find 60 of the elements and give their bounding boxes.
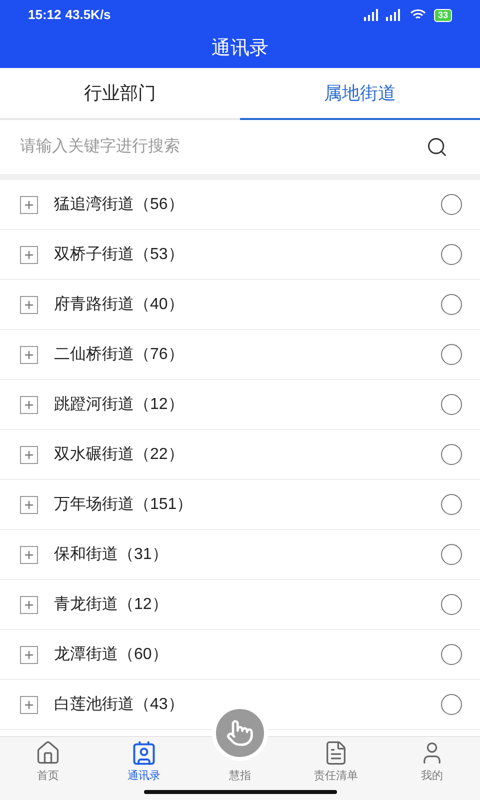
tab[interactable]: 行业部门 <box>0 68 240 118</box>
radio-button[interactable] <box>441 694 462 715</box>
signal-icon <box>362 9 402 21</box>
radio-button[interactable] <box>441 644 462 665</box>
search-icon[interactable] <box>426 136 448 158</box>
wifi-icon <box>410 9 426 21</box>
street-name: 府青路街道（40） <box>54 294 185 314</box>
expand-icon[interactable] <box>20 596 38 614</box>
street-row[interactable]: 府青路街道（40） <box>0 280 480 330</box>
hand-pointer-icon <box>226 719 254 747</box>
radio-button[interactable] <box>441 244 462 265</box>
street-row[interactable]: 二仙桥街道（76） <box>0 330 480 380</box>
street-name: 二仙桥街道（76） <box>54 344 185 364</box>
street-name: 青龙街道（12） <box>54 594 169 614</box>
radio-button[interactable] <box>441 394 462 415</box>
street-name: 白莲池街道（43） <box>54 694 185 714</box>
street-name: 双桥子街道（53） <box>54 244 185 264</box>
street-name: 保和街道（31） <box>54 544 169 564</box>
street-row[interactable]: 龙潭街道（60） <box>0 630 480 680</box>
radio-button[interactable] <box>441 494 462 515</box>
contact-icon <box>131 740 157 766</box>
clock-time: 15:12 <box>28 6 62 24</box>
radio-button[interactable] <box>441 294 462 315</box>
expand-icon[interactable] <box>20 396 38 414</box>
home-icon <box>35 740 61 766</box>
street-name: 龙潭街道（60） <box>54 644 169 664</box>
street-row[interactable]: 青龙街道（12） <box>0 580 480 630</box>
expand-icon[interactable] <box>20 196 38 214</box>
expand-icon[interactable] <box>20 496 38 514</box>
radio-button[interactable] <box>441 344 462 365</box>
tab[interactable]: 属地街道 <box>240 68 480 120</box>
street-row[interactable]: 保和街道（31） <box>0 530 480 580</box>
radio-button[interactable] <box>441 594 462 615</box>
search-field[interactable]: 请输入关键字进行搜索 <box>20 135 426 159</box>
expand-icon[interactable] <box>20 546 38 564</box>
expand-icon[interactable] <box>20 646 38 664</box>
battery-indicator: 33 <box>434 8 452 22</box>
expand-icon[interactable] <box>20 446 38 464</box>
expand-icon[interactable] <box>20 696 38 714</box>
street-row[interactable]: 双桥子街道（53） <box>0 230 480 280</box>
street-row[interactable]: 猛追湾街道（56） <box>0 180 480 230</box>
page-title: 通讯录 <box>212 36 268 61</box>
expand-icon[interactable] <box>20 346 38 364</box>
expand-icon[interactable] <box>20 296 38 314</box>
street-row[interactable]: 万年场街道（151） <box>0 480 480 530</box>
street-name: 猛追湾街道（56） <box>54 194 185 214</box>
street-row[interactable]: 双水碾街道（22） <box>0 430 480 480</box>
expand-icon[interactable] <box>20 246 38 264</box>
street-name: 双水碾街道（22） <box>54 444 185 464</box>
nav-tab[interactable]: 我的 <box>384 737 480 800</box>
network-speed: 43.5K/s <box>65 6 111 24</box>
nav-tab[interactable]: 责任清单 <box>288 737 384 800</box>
radio-button[interactable] <box>441 544 462 565</box>
street-name: 万年场街道（151） <box>54 494 194 514</box>
radio-button[interactable] <box>441 194 462 215</box>
street-row[interactable]: 跳蹬河街道（12） <box>0 380 480 430</box>
street-name: 跳蹬河街道（12） <box>54 394 185 414</box>
nav-tab[interactable]: 首页 <box>0 737 96 800</box>
radio-button[interactable] <box>441 444 462 465</box>
nav-tab[interactable]: 通讯录 <box>96 737 192 800</box>
